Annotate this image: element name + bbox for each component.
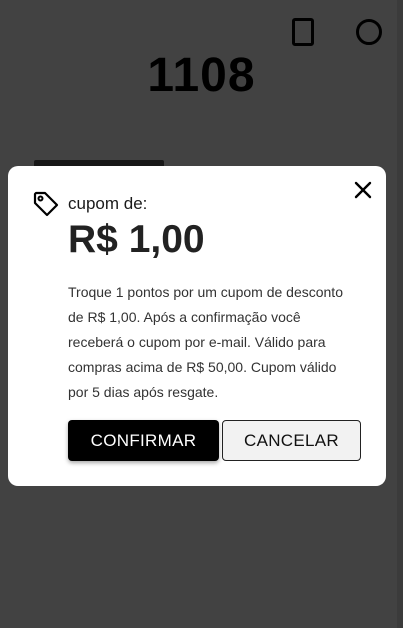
close-icon[interactable] bbox=[351, 178, 375, 202]
cancel-button[interactable]: CANCELAR bbox=[222, 420, 361, 461]
tag-icon bbox=[33, 191, 59, 217]
coupon-label: cupom de: bbox=[68, 194, 148, 213]
confirm-button[interactable]: CONFIRMAR bbox=[68, 420, 219, 461]
coupon-description: Troque 1 pontos por um cupom de desconto… bbox=[68, 284, 343, 400]
coupon-value: R$ 1,00 bbox=[68, 218, 205, 261]
redeem-coupon-dialog: cupom de: R$ 1,00 Troque 1 pontos por um… bbox=[8, 166, 386, 486]
page: 1108 cupom de: R$ 1,00 Troque 1 pontos p… bbox=[0, 0, 403, 628]
